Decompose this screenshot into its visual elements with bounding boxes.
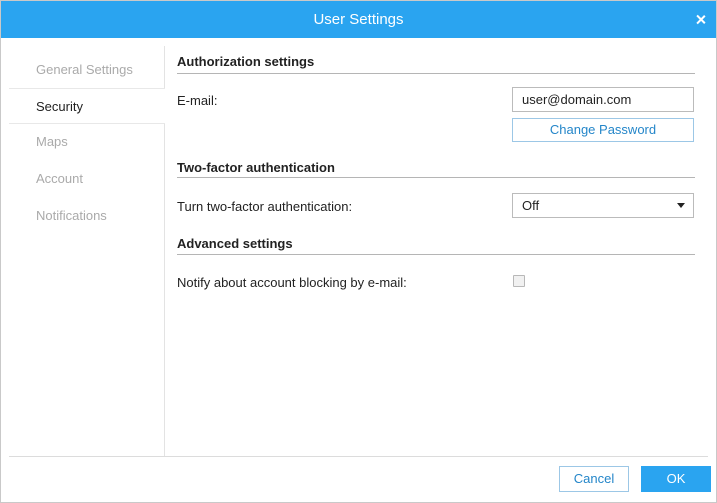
caret-down-icon <box>677 203 685 208</box>
advanced-section-title: Advanced settings <box>177 236 293 251</box>
two-factor-selected-value: Off <box>522 198 540 213</box>
footer-divider <box>9 456 708 457</box>
sidebar-item-maps[interactable]: Maps <box>9 124 164 160</box>
security-settings-panel: Authorization settings E-mail: Change Pa… <box>177 46 695 456</box>
dialog-titlebar: User Settings <box>1 1 716 38</box>
sidebar-item-notifications[interactable]: Notifications <box>9 198 164 234</box>
email-field[interactable] <box>512 87 694 112</box>
two-factor-section-divider <box>177 177 695 178</box>
email-label: E-mail: <box>177 93 218 108</box>
notify-blocking-label: Notify about account blocking by e-mail: <box>177 275 407 290</box>
close-icon[interactable] <box>693 12 708 27</box>
authorization-section-title: Authorization settings <box>177 54 315 69</box>
settings-sidebar: General Settings Security Maps Account N… <box>9 46 165 456</box>
authorization-section-divider <box>177 73 695 74</box>
two-factor-select[interactable]: Off <box>512 193 694 218</box>
advanced-section-divider <box>177 254 695 255</box>
notify-blocking-checkbox[interactable] <box>513 275 525 287</box>
change-password-button[interactable]: Change Password <box>512 118 694 142</box>
cancel-button[interactable]: Cancel <box>559 466 629 492</box>
two-factor-section-title: Two-factor authentication <box>177 160 335 175</box>
sidebar-item-account[interactable]: Account <box>9 161 164 197</box>
sidebar-item-security[interactable]: Security <box>9 88 165 124</box>
two-factor-label: Turn two-factor authentication: <box>177 199 353 214</box>
dialog-title: User Settings <box>313 11 404 28</box>
sidebar-item-general-settings[interactable]: General Settings <box>9 52 164 88</box>
user-settings-dialog: User Settings General Settings Security … <box>0 0 717 503</box>
ok-button[interactable]: OK <box>641 466 711 492</box>
